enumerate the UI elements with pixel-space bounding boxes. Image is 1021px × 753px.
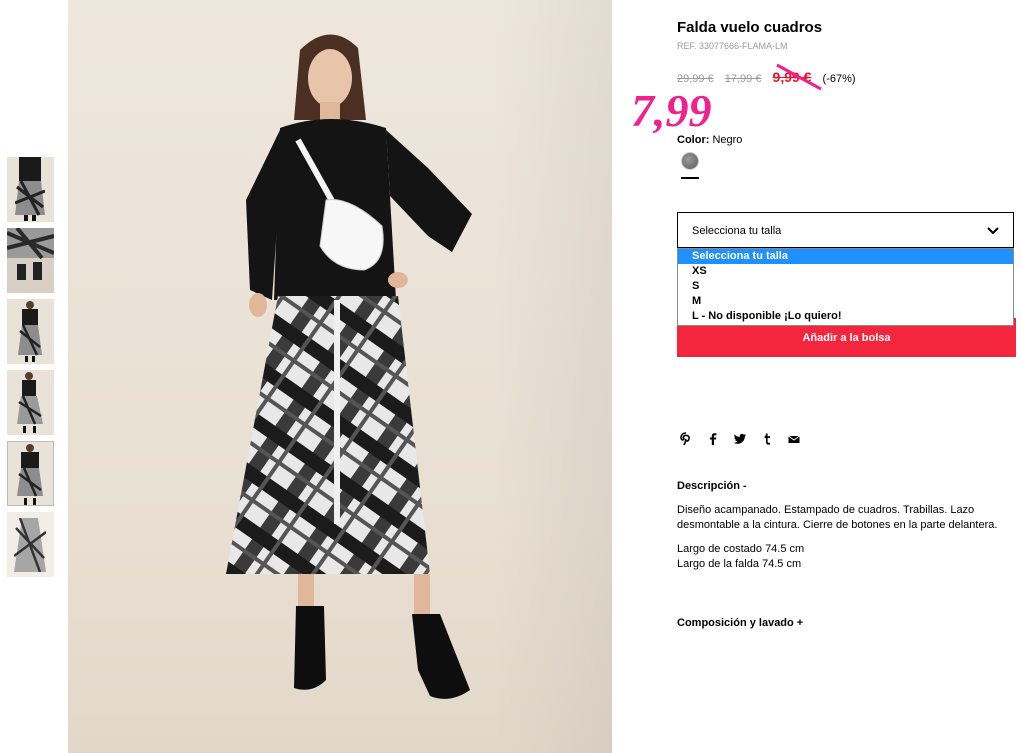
measurements-paragraph: Largo de costado 74.5 cm Largo de la fal… (677, 542, 1015, 572)
description-paragraph: Diseño acampanado. Estampado de cuadros.… (677, 504, 998, 531)
price-strike-scribble (776, 63, 822, 91)
size-option-xs[interactable]: XS (678, 264, 1013, 279)
color-label: Color: Negro (677, 134, 742, 146)
color-label-title: Color: (677, 134, 710, 146)
description-body: Diseño acampanado. Estampado de cuadros.… (677, 503, 1015, 581)
thumbnail-5[interactable] (7, 441, 54, 506)
measurement-skirt-length: Largo de la falda 74.5 cm (677, 558, 802, 570)
size-option-placeholder[interactable]: Selecciona tu talla (678, 249, 1013, 264)
handwritten-price-annotation: 7,99 (631, 85, 712, 136)
size-select-value: Selecciona tu talla (692, 225, 782, 237)
discount-badge: (-67%) (822, 73, 856, 85)
facebook-icon[interactable] (706, 432, 720, 446)
size-option-l[interactable]: L - No disponible ¡Lo quiero! (678, 309, 1013, 324)
twitter-icon[interactable] (733, 432, 747, 446)
chevron-down-icon (987, 227, 999, 235)
product-title: Falda vuelo cuadros (677, 19, 823, 36)
product-main-image (68, 0, 612, 753)
color-swatch-negro[interactable] (681, 152, 699, 170)
thumbnail-gallery (7, 157, 54, 583)
email-icon[interactable] (787, 432, 801, 446)
share-bar (679, 432, 801, 448)
price-row: 29,99 € 17,99 € 9,99 € (-67%) (677, 69, 856, 85)
thumbnail-1[interactable] (7, 157, 54, 222)
thumbnail-6[interactable] (7, 512, 54, 577)
size-option-s[interactable]: S (678, 279, 1013, 294)
thumbnail-4[interactable] (7, 370, 54, 435)
thumbnail-2[interactable] (7, 228, 54, 293)
description-toggle[interactable]: Descripción - (677, 480, 747, 492)
color-value: Negro (712, 134, 743, 146)
product-reference: REF. 33077666-FLAMA-LM (677, 41, 788, 51)
size-dropdown-list: Selecciona tu talla XS S M L - No dispon… (677, 248, 1014, 326)
previous-price: 17,99 € (724, 73, 762, 85)
pinterest-icon[interactable] (679, 432, 693, 446)
size-option-m[interactable]: M (678, 294, 1013, 309)
size-select[interactable]: Selecciona tu talla (677, 212, 1014, 248)
add-to-bag-label: Añadir a la bolsa (802, 332, 891, 344)
swatch-selected-indicator (681, 177, 699, 179)
measurement-side-length: Largo de costado 74.5 cm (677, 543, 805, 555)
thumbnail-3[interactable] (7, 299, 54, 364)
tumblr-icon[interactable] (760, 432, 774, 446)
composition-toggle[interactable]: Composición y lavado + (677, 617, 803, 629)
